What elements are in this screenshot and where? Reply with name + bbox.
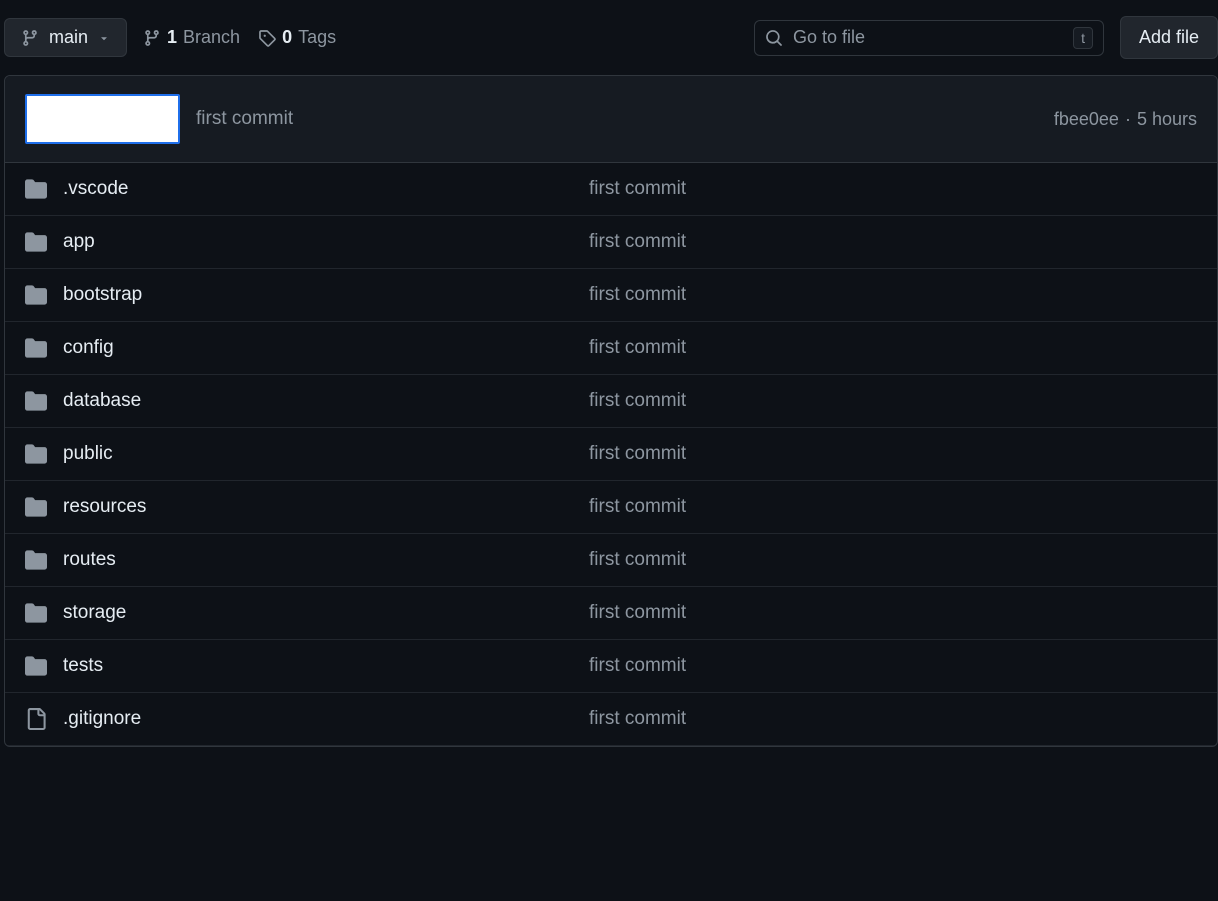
folder-icon <box>25 178 47 200</box>
file-name-link[interactable]: public <box>63 443 573 465</box>
file-row: public first commit <box>5 428 1217 481</box>
folder-icon <box>25 602 47 624</box>
folder-icon <box>25 337 47 359</box>
file-commit-link[interactable]: first commit <box>589 602 686 624</box>
commit-sep: · <box>1125 109 1131 130</box>
file-commit-link[interactable]: first commit <box>589 549 686 571</box>
folder-icon <box>25 390 47 412</box>
file-row: routes first commit <box>5 534 1217 587</box>
file-row: tests first commit <box>5 640 1217 693</box>
latest-commit-message[interactable]: first commit <box>196 108 293 130</box>
folder-icon <box>25 443 47 465</box>
file-name-link[interactable]: resources <box>63 496 573 518</box>
tag-icon <box>258 29 276 47</box>
file-row: resources first commit <box>5 481 1217 534</box>
file-search-input[interactable] <box>793 27 1063 48</box>
tag-label: Tags <box>298 27 336 48</box>
file-row: app first commit <box>5 216 1217 269</box>
commit-hash[interactable]: fbee0ee <box>1054 109 1119 130</box>
file-row: .gitignore first commit <box>5 693 1217 746</box>
file-name-link[interactable]: storage <box>63 602 573 624</box>
file-row: .vscode first commit <box>5 163 1217 216</box>
file-name-link[interactable]: app <box>63 231 573 253</box>
file-name-link[interactable]: config <box>63 337 573 359</box>
file-rows-container: .vscodefirst commitappfirst commitbootst… <box>5 163 1217 746</box>
file-commit-link[interactable]: first commit <box>589 443 686 465</box>
file-list-panel: first commit fbee0ee · 5 hours .vscode fi… <box>4 75 1218 747</box>
search-icon <box>765 29 783 47</box>
file-row: database first commit <box>5 375 1217 428</box>
file-commit-link[interactable]: first commit <box>589 708 686 730</box>
branch-select-button[interactable]: main <box>4 18 127 57</box>
tags-link[interactable]: 0 Tags <box>258 27 336 48</box>
file-row: bootstrap first commit <box>5 269 1217 322</box>
folder-icon <box>25 655 47 677</box>
folder-icon <box>25 231 47 253</box>
author-avatar[interactable] <box>25 94 180 144</box>
tag-count: 0 <box>282 27 292 48</box>
file-name-link[interactable]: .vscode <box>63 178 573 200</box>
file-commit-link[interactable]: first commit <box>589 390 686 412</box>
file-commit-link[interactable]: first commit <box>589 231 686 253</box>
add-file-label: Add file <box>1139 27 1199 48</box>
caret-down-icon <box>98 32 110 44</box>
folder-icon <box>25 496 47 518</box>
git-branch-icon <box>21 29 39 47</box>
add-file-button[interactable]: Add file <box>1120 16 1218 59</box>
file-name-link[interactable]: database <box>63 390 573 412</box>
file-row: storage first commit <box>5 587 1217 640</box>
file-icon <box>25 708 47 730</box>
file-commit-link[interactable]: first commit <box>589 178 686 200</box>
file-name-link[interactable]: tests <box>63 655 573 677</box>
latest-commit-header: first commit fbee0ee · 5 hours <box>5 76 1217 163</box>
file-commit-link[interactable]: first commit <box>589 284 686 306</box>
branch-label: Branch <box>183 27 240 48</box>
latest-commit-meta: fbee0ee · 5 hours <box>1054 109 1197 130</box>
branch-count: 1 <box>167 27 177 48</box>
commit-time: 5 hours <box>1137 109 1197 130</box>
file-commit-link[interactable]: first commit <box>589 496 686 518</box>
file-commit-link[interactable]: first commit <box>589 655 686 677</box>
file-commit-link[interactable]: first commit <box>589 337 686 359</box>
branches-link[interactable]: 1 Branch <box>143 27 240 48</box>
search-kbd-hint: t <box>1073 27 1093 49</box>
file-name-link[interactable]: .gitignore <box>63 708 573 730</box>
file-row: config first commit <box>5 322 1217 375</box>
git-branch-icon <box>143 29 161 47</box>
folder-icon <box>25 549 47 571</box>
file-name-link[interactable]: bootstrap <box>63 284 573 306</box>
file-name-link[interactable]: routes <box>63 549 573 571</box>
branch-tag-meta: 1 Branch 0 Tags <box>143 27 336 48</box>
file-search[interactable]: t <box>754 20 1104 56</box>
repo-toolbar: main 1 Branch 0 Tags t Add file <box>0 0 1218 75</box>
folder-icon <box>25 284 47 306</box>
branch-name-label: main <box>49 27 88 48</box>
